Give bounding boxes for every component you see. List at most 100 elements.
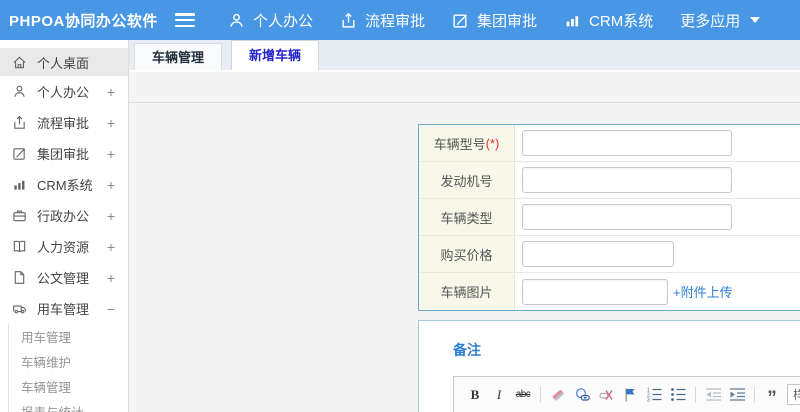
user-icon xyxy=(228,12,245,29)
purchase-price-input[interactable] xyxy=(522,241,674,267)
bold-button[interactable]: B xyxy=(466,386,484,404)
nav-process-approval[interactable]: 流程审批 xyxy=(340,10,425,31)
ordered-list-icon[interactable]: 123 xyxy=(645,386,663,404)
sidebar-item-label: 用车管理 xyxy=(37,302,90,317)
collapse-toggle[interactable]: − xyxy=(107,301,115,317)
outdent-icon[interactable] xyxy=(704,386,722,404)
required-mark: (*) xyxy=(485,135,500,151)
expand-toggle[interactable]: + xyxy=(107,270,115,286)
app-logo: PHPOA协同办公软件 xyxy=(9,12,158,30)
sidebar-item-label: 个人桌面 xyxy=(37,55,90,71)
remove-format-button[interactable] xyxy=(549,386,567,404)
italic-button[interactable]: I xyxy=(490,386,508,404)
expand-toggle[interactable]: + xyxy=(107,84,115,100)
sidebar-item-personal-office[interactable]: 个人办公 + xyxy=(0,76,128,107)
style-select[interactable]: 样式 xyxy=(787,384,800,405)
expand-toggle[interactable]: + xyxy=(107,208,115,224)
nav-more-apps[interactable]: 更多应用 xyxy=(680,10,761,31)
vehicle-type-input[interactable] xyxy=(522,204,732,230)
expand-toggle[interactable]: + xyxy=(107,177,115,193)
sidebar-item-admin-office[interactable]: 行政办公 + xyxy=(0,200,128,231)
field-label: 车辆型号 (*) xyxy=(419,125,515,161)
field-label: 车辆图片 xyxy=(419,273,515,310)
flag-icon[interactable] xyxy=(621,386,639,404)
submenu-label: 车辆管理 xyxy=(21,381,72,395)
vehicle-form: 车辆型号 (*) 发动机号 车辆类型 购买价格 车辆图片 +附件上传 xyxy=(418,124,800,311)
sidebar-item-docs[interactable]: 公文管理 + xyxy=(0,262,128,293)
bullet-list-icon[interactable] xyxy=(669,386,687,404)
toolbar-separator xyxy=(540,386,541,403)
export-icon xyxy=(340,12,357,29)
strikethrough-button[interactable]: abc xyxy=(514,386,532,404)
submenu-item-vehicle-manage[interactable]: 车辆管理 xyxy=(9,374,128,399)
sidebar-item-vehicle-mgmt[interactable]: 用车管理 − xyxy=(0,293,128,324)
vehicle-submenu: 用车管理 车辆维护 车辆管理 报表与统计 xyxy=(8,324,128,412)
sidebar-item-personal-desktop[interactable]: 个人桌面 xyxy=(0,48,128,76)
tab-strip: 车辆管理 新增车辆 xyxy=(129,40,800,72)
vehicle-model-input[interactable] xyxy=(522,130,732,156)
svg-text:3: 3 xyxy=(647,398,650,403)
attachment-upload-link[interactable]: +附件上传 xyxy=(673,282,733,301)
sidebar-item-hr[interactable]: 人力资源 + xyxy=(0,231,128,262)
sidebar-item-label: 集团审批 xyxy=(37,147,90,162)
document-icon xyxy=(12,270,28,286)
main-area: 车辆管理 新增车辆 车辆型号 (*) 发动机号 车辆类型 购买价格 车辆图片 +… xyxy=(129,40,800,412)
remarks-title: 备注 xyxy=(453,342,481,358)
remarks-section: 备注 B I abc 123 ” 样 xyxy=(418,320,800,412)
submenu-item-reports-stats[interactable]: 报表与统计 xyxy=(9,399,128,412)
edit-icon xyxy=(452,12,469,29)
form-row-engine: 发动机号 xyxy=(419,162,800,199)
top-bar: PHPOA协同办公软件 个人办公 流程审批 集团审批 CRM系统 更多应用 xyxy=(0,0,800,40)
toolbar-separator xyxy=(695,386,696,403)
user-icon xyxy=(12,84,28,100)
form-row-model: 车辆型号 (*) xyxy=(419,125,800,162)
style-select-label: 样式 xyxy=(793,388,800,402)
toolbar-separator xyxy=(754,386,755,403)
expand-toggle[interactable]: + xyxy=(107,146,115,162)
sidebar-item-label: 个人办公 xyxy=(37,85,90,100)
sidebar-item-label: 行政办公 xyxy=(37,209,90,224)
field-label: 发动机号 xyxy=(419,162,515,198)
submenu-label: 报表与统计 xyxy=(21,402,84,412)
home-icon xyxy=(12,54,28,70)
vehicle-image-input[interactable] xyxy=(522,278,668,305)
nav-personal-office[interactable]: 个人办公 xyxy=(228,10,313,31)
nav-label: 流程审批 xyxy=(365,12,426,30)
sidebar: 个人桌面 个人办公 + 流程审批 + 集团审批 + CRM系统 + 行政办公 + xyxy=(0,40,129,412)
indent-icon[interactable] xyxy=(728,386,746,404)
field-label: 车辆类型 xyxy=(419,199,515,235)
submenu-item-vehicle-maintenance[interactable]: 车辆维护 xyxy=(9,349,128,374)
sidebar-item-label: 人力资源 xyxy=(37,240,90,255)
sidebar-item-label: CRM系统 xyxy=(37,178,93,193)
expand-toggle[interactable]: + xyxy=(107,239,115,255)
expand-toggle[interactable]: + xyxy=(107,115,115,131)
sidebar-item-label: 流程审批 xyxy=(37,116,90,131)
sidebar-item-process-approval[interactable]: 流程审批 + xyxy=(0,107,128,138)
sidebar-item-crm[interactable]: CRM系统 + xyxy=(0,169,128,200)
menu-icon[interactable] xyxy=(175,13,195,27)
nav-crm-system[interactable]: CRM系统 xyxy=(564,10,653,31)
link-icon[interactable] xyxy=(573,386,591,404)
briefcase-icon xyxy=(12,208,28,224)
sidebar-item-label: 公文管理 xyxy=(37,271,90,286)
blockquote-button[interactable]: ” xyxy=(763,386,781,408)
toolbar-strip xyxy=(129,72,800,103)
engine-number-input[interactable] xyxy=(522,167,732,193)
nav-label: 更多应用 xyxy=(680,12,741,30)
car-icon xyxy=(12,301,28,317)
submenu-item-vehicle-use[interactable]: 用车管理 xyxy=(9,324,128,349)
field-label: 购买价格 xyxy=(419,236,515,272)
form-row-type: 车辆类型 xyxy=(419,199,800,236)
export-icon xyxy=(12,115,28,131)
nav-group-approval[interactable]: 集团审批 xyxy=(452,10,537,31)
nav-label: 个人办公 xyxy=(253,12,314,30)
chart-icon xyxy=(12,177,28,193)
book-icon xyxy=(12,239,28,255)
submenu-label: 车辆维护 xyxy=(21,356,72,370)
nav-label: 集团审批 xyxy=(477,12,538,30)
tab-add-vehicle[interactable]: 新增车辆 xyxy=(231,40,320,70)
sidebar-item-group-approval[interactable]: 集团审批 + xyxy=(0,138,128,169)
tab-vehicle-manage[interactable]: 车辆管理 xyxy=(134,43,223,70)
top-nav: 个人办公 流程审批 集团审批 CRM系统 更多应用 xyxy=(228,10,761,31)
unlink-icon[interactable] xyxy=(597,386,615,404)
